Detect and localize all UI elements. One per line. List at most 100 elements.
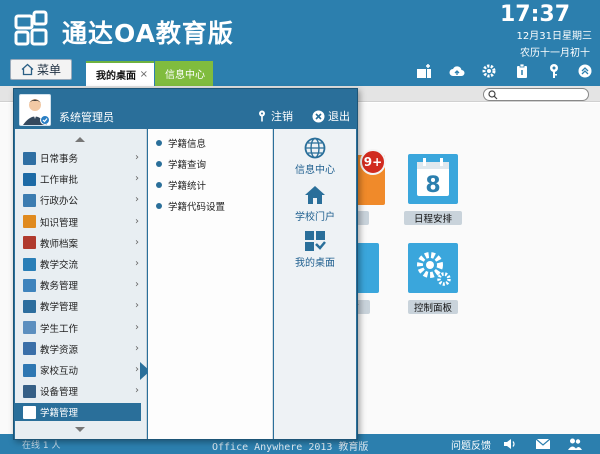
user-name: 系统管理员 [59,111,114,124]
submenu-panel: 学籍信息 学籍查询 学籍统计 学籍代码设置 [148,129,273,439]
chevron-right-icon: › [135,194,139,206]
avatar[interactable] [19,94,51,126]
bullet-icon [156,161,162,167]
tab-label: 我的桌面 [96,71,136,82]
category-menu-item[interactable]: 家校互动 › [15,361,147,379]
category-icon [23,299,36,313]
quick-link-label: 信息中心 [295,165,335,176]
speaker-icon[interactable] [502,436,518,452]
chevron-right-icon: › [135,342,139,354]
category-menu-item[interactable]: 设备管理 › [15,382,147,400]
category-icon [23,151,36,165]
chevron-right-icon: › [135,152,139,163]
user-avatar-icon [23,99,50,125]
category-menu-item[interactable]: 学生工作 › [15,319,147,337]
globe-icon [304,137,326,159]
category-menu-item[interactable]: 工作审批 › [15,170,147,188]
lunar-date-text: 农历十一月初十 [520,48,590,59]
category-menu-item[interactable]: 教学管理 › [15,297,147,315]
tab-my-desktop[interactable]: 我的桌面 × [86,61,154,86]
category-menu-item[interactable]: 行政办公 › [15,191,147,209]
category-menu-item[interactable]: 教学交流 › [15,255,147,273]
gear-icon[interactable] [481,63,497,79]
bullet-icon [156,140,162,146]
category-icon [23,321,36,335]
category-icon [23,193,36,207]
user-bar: 系统管理员 注销 退出 [14,89,357,129]
cloud-up-icon[interactable] [449,63,465,79]
clipboard-icon[interactable] [514,63,530,79]
close-circle-icon [312,110,325,122]
bullet-icon [156,182,162,188]
chevron-right-icon: › [135,385,139,397]
quick-link-my-desktop[interactable]: 我的桌面 [274,230,356,269]
users-icon[interactable] [567,436,583,452]
chevron-right-icon: › [135,258,139,269]
quick-link-label: 学校门户 [295,212,335,223]
category-menu-item-label: 教务管理 [40,281,79,293]
chevron-right-icon: › [135,173,139,185]
category-menu-item-label: 学籍管理 [40,408,79,420]
category-icon [23,172,36,186]
category-menu-item-label: 教师档案 [40,238,79,250]
collapse-up-icon[interactable] [577,63,593,79]
category-icon [23,215,36,229]
quick-link-school-portal[interactable]: 学校门户 [274,184,356,223]
date-text: 12月31日星期三 [516,31,592,42]
quick-link-info-center[interactable]: 信息中心 [274,137,356,176]
feedback-link[interactable]: 问题反馈 [451,437,491,452]
control-panel-label: 控制面板 [408,300,458,314]
logo-icon [14,10,48,46]
logout-button[interactable]: 注销 [256,108,293,124]
menu-button-label: 菜单 [36,63,61,77]
chevron-right-icon: › [135,236,139,248]
submenu-item[interactable]: 学籍代码设置 [156,198,225,214]
category-menu-item-label: 设备管理 [40,387,79,399]
logout-label: 注销 [271,110,293,123]
search-input[interactable] [483,88,589,101]
notification-badge: 9+ [360,149,386,175]
category-icon [23,342,36,356]
scroll-down-arrow[interactable] [75,427,85,432]
key-icon[interactable] [546,63,562,79]
chevron-right-icon: › [135,364,139,375]
category-menu-item-label: 学生工作 [40,323,79,335]
search-icon [488,90,498,100]
app-title: 通达OA教育版 [62,19,234,48]
tab-info-center[interactable]: 信息中心 [155,61,213,86]
calendar-icon-number: 8 [425,173,440,198]
category-menu-item[interactable]: 知识管理 › [15,213,147,231]
submenu-item[interactable]: 学籍统计 [156,177,206,193]
submenu-item-label: 学籍查询 [168,160,207,171]
submenu-item[interactable]: 学籍信息 [156,135,206,151]
category-icon [23,405,36,419]
mail-icon[interactable] [535,436,551,452]
category-menu-item-label: 教学资源 [40,344,79,356]
category-menu-item[interactable]: 学籍管理› [15,403,141,422]
tab-close-icon[interactable]: × [140,69,148,80]
menu-button[interactable]: 菜单 [10,59,72,80]
category-menu-item[interactable]: 日常事务 › [15,149,147,167]
category-menu-item[interactable]: 教学资源 › [15,340,147,358]
desktop-grid-icon [305,231,326,251]
calendar-tile[interactable]: 8 [408,154,458,204]
bullet-icon [156,203,162,209]
exit-button[interactable]: 退出 [312,108,350,124]
home-icon [21,63,34,76]
control-panel-tile[interactable] [408,243,458,293]
category-icon [23,384,36,398]
calendar-icon: 8 [417,158,449,198]
scroll-up-arrow[interactable] [75,137,85,142]
category-menu-item-label: 行政办公 [40,196,79,208]
quick-link-label: 我的桌面 [295,258,335,269]
submenu-item-label: 学籍信息 [168,139,207,150]
category-menu-item[interactable]: 教务管理 › [15,276,147,294]
apps-add-icon[interactable] [416,63,432,79]
submenu-item[interactable]: 学籍查询 [156,156,206,172]
category-menu-item-label: 教学交流 [40,260,79,271]
clock-time: 17:37 [499,2,570,27]
house-icon [305,186,325,204]
category-icon [23,236,36,250]
category-icon [23,257,36,271]
category-menu-item[interactable]: 教师档案 › [15,234,147,252]
